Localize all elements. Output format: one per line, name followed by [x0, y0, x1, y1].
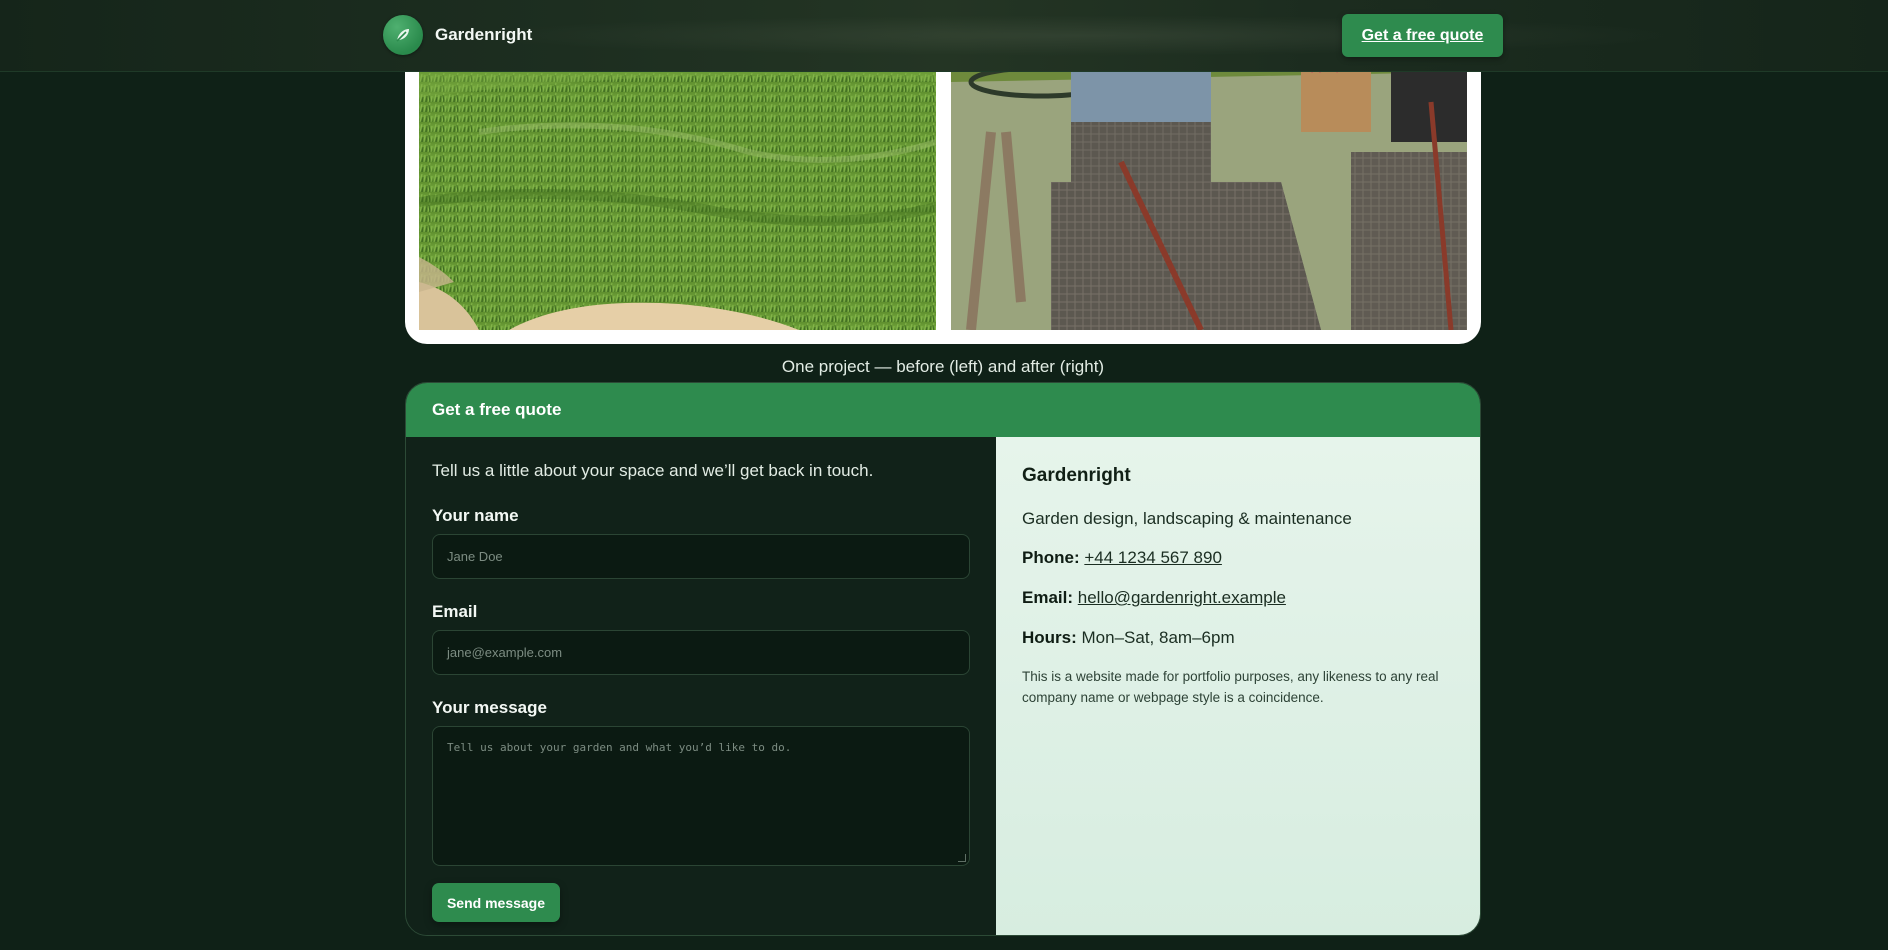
brand-name: Gardenright — [435, 25, 533, 44]
gallery-caption: One project — before (left) and after (r… — [781, 357, 1105, 376]
name-label: Your name — [432, 506, 519, 525]
phone-link[interactable]: +44 1234 567 890 — [1084, 548, 1222, 567]
email-link[interactable]: hello@gardenright.example — [1078, 588, 1286, 607]
company-name: Gardenright — [1022, 465, 1131, 486]
resize-handle-icon[interactable] — [958, 854, 966, 862]
phone-line: Phone: +44 1234 567 890 — [1022, 548, 1462, 568]
before-photo — [419, 42, 936, 330]
disclaimer: This is a website made for portfolio pur… — [1022, 669, 1439, 705]
email-info-label: Email: — [1022, 588, 1074, 607]
message-label: Your message — [432, 698, 547, 717]
brand[interactable]: Gardenright — [383, 15, 532, 55]
message-textarea[interactable]: Tell us about your garden and what you’d… — [432, 726, 970, 866]
quote-form: Tell us a little about your space and we… — [406, 437, 996, 935]
get-quote-button[interactable]: Get a free quote — [1342, 14, 1503, 57]
message-placeholder: Tell us about your garden and what you’d… — [447, 741, 792, 754]
leaf-icon — [383, 15, 423, 55]
company-tagline: Garden design, landscaping & maintenance — [1022, 509, 1352, 528]
top-bar: Gardenright Get a free quote — [0, 0, 1888, 72]
quote-card-title: Get a free quote — [406, 383, 1480, 437]
hours-label: Hours: — [1022, 628, 1077, 647]
contact-info-panel: Gardenright Garden design, landscaping &… — [996, 437, 1480, 935]
email-line: Email: hello@gardenright.example — [1022, 588, 1462, 608]
phone-label: Phone: — [1022, 548, 1080, 567]
email-label: Email — [432, 602, 478, 621]
form-intro: Tell us a little about your space and we… — [432, 461, 874, 480]
hours-line: Hours: Mon–Sat, 8am–6pm — [1022, 628, 1462, 648]
send-message-button[interactable]: Send message — [432, 883, 560, 922]
name-input[interactable]: Jane Doe — [432, 534, 970, 579]
hours-value: Mon–Sat, 8am–6pm — [1081, 628, 1235, 647]
email-input[interactable]: jane@example.com — [432, 630, 970, 675]
quote-card: Get a free quote Tell us a little about … — [405, 382, 1481, 936]
after-photo — [951, 42, 1467, 330]
